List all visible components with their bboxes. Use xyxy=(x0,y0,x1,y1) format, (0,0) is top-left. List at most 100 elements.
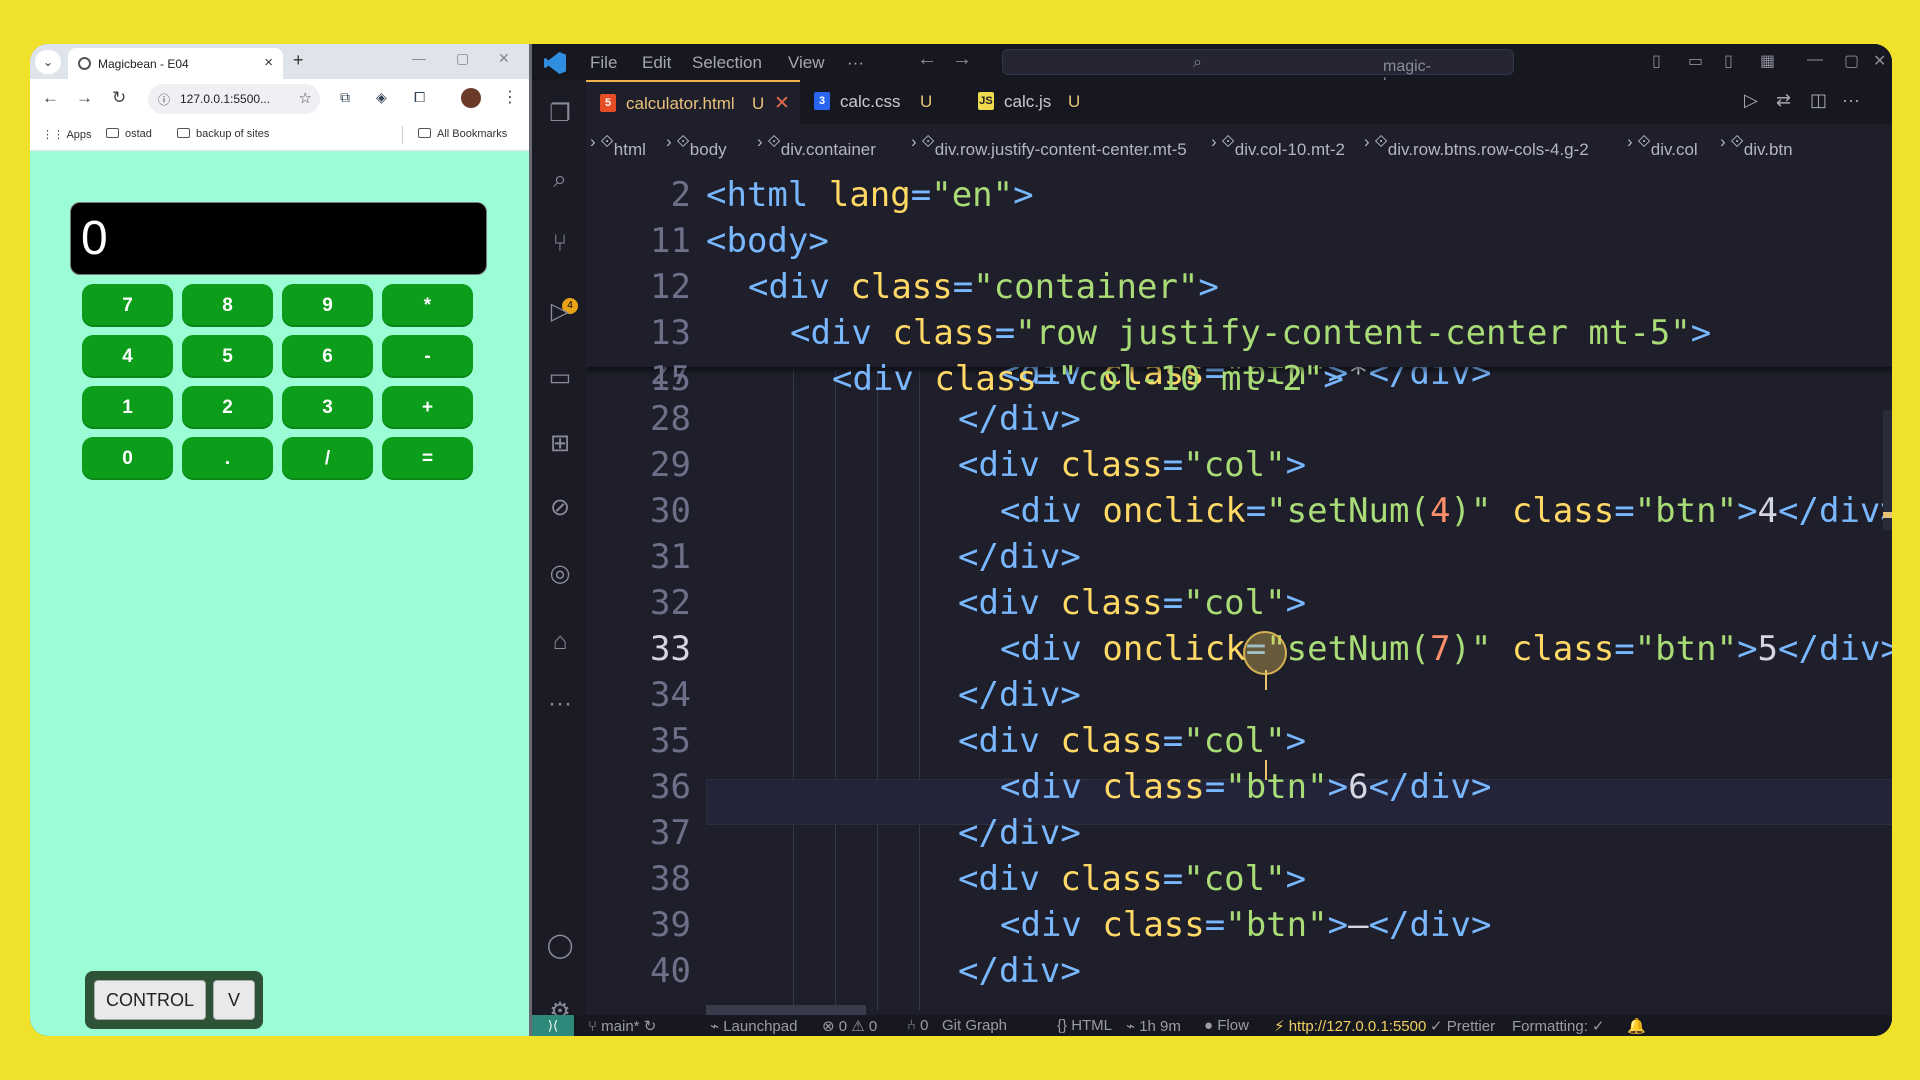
status-time[interactable]: ⌁ 1h 9m xyxy=(1126,1017,1181,1035)
bookmark-apps[interactable]: ⋮⋮ Apps xyxy=(42,128,92,141)
source-control-icon[interactable]: ⑂ xyxy=(546,230,574,258)
calc-button-7[interactable]: 7 xyxy=(82,284,173,327)
command-center-search[interactable]: ⌕ magic-bean-G13 xyxy=(1002,49,1514,111)
code-line[interactable]: 13 <div class="row justify-content-center… xyxy=(586,310,1892,356)
customize-layout-icon[interactable]: ▦ xyxy=(1760,51,1775,71)
vs-maximize-icon[interactable]: ▢ xyxy=(1844,51,1859,71)
open-changes-icon[interactable]: ⇄ xyxy=(1776,90,1791,111)
code-line[interactable]: 40 </div> xyxy=(586,948,1892,994)
status-launchpad[interactable]: ⌁ Launchpad xyxy=(710,1017,797,1035)
accounts-icon[interactable]: ◯ xyxy=(546,932,574,960)
calc-button-6[interactable]: 6 xyxy=(282,335,373,378)
code-line[interactable]: 38 <div class="col"> xyxy=(586,856,1892,902)
code-line[interactable]: 31 </div> xyxy=(586,534,1892,580)
toggle-sidebar-icon[interactable]: ▯ xyxy=(1652,51,1661,71)
calc-button-2[interactable]: 2 xyxy=(182,386,273,429)
status-flow[interactable]: ● Flow xyxy=(1204,1017,1249,1034)
tab-search-icon[interactable]: ⌄ xyxy=(35,50,61,74)
horizontal-scrollbar[interactable] xyxy=(706,1005,866,1015)
status-ports[interactable]: ⑃ 0 xyxy=(907,1017,929,1034)
breadcrumb-item[interactable]: › ⟐ div.container xyxy=(757,132,876,159)
extensions-puzzle-icon[interactable]: ⧠ xyxy=(414,89,430,105)
bookmark-star-icon[interactable]: ☆ xyxy=(299,89,312,107)
calc-button-4[interactable]: 4 xyxy=(82,335,173,378)
menu-edit[interactable]: Edit xyxy=(642,53,671,73)
gitlens-icon[interactable]: ◎ xyxy=(546,560,574,588)
more-views-icon[interactable]: ··· xyxy=(546,690,574,718)
calc-button-multiply[interactable]: * xyxy=(382,284,473,327)
profile-avatar[interactable] xyxy=(461,88,481,108)
new-tab-button[interactable]: + xyxy=(293,50,304,71)
site-info-icon[interactable]: ⓘ xyxy=(158,91,170,108)
forward-arrow-icon[interactable]: → xyxy=(76,88,93,108)
vs-close-icon[interactable]: ✕ xyxy=(1873,51,1886,71)
calc-button-5[interactable]: 5 xyxy=(182,335,273,378)
remote-indicator-icon[interactable]: ⟩⟨ xyxy=(532,1015,574,1036)
bookmark-all-bookmarks[interactable]: All Bookmarks xyxy=(418,128,507,140)
close-window-icon[interactable]: ✕ xyxy=(498,50,510,67)
breadcrumb-item[interactable]: › ⟐ div.col-10.mt-2 xyxy=(1211,132,1345,159)
split-editor-icon[interactable]: ◫ xyxy=(1810,90,1827,111)
code-line[interactable]: 37 </div> xyxy=(586,810,1892,856)
code-line-current[interactable]: 33 <div onclick="setNum(7)" class="btn">5… xyxy=(586,626,1892,672)
bookmark-ostad[interactable]: ostad xyxy=(106,128,152,140)
code-line[interactable]: 11 <body> xyxy=(586,218,1892,264)
nav-forward-icon[interactable]: → xyxy=(952,48,972,71)
code-line[interactable]: 35 <div class="col"> xyxy=(586,718,1892,764)
toggle-secondary-sidebar-icon[interactable]: ▯ xyxy=(1724,51,1733,71)
code-line[interactable]: 34 </div> xyxy=(586,672,1892,718)
status-live-server[interactable]: ⚡ http://127.0.0.1:5500 xyxy=(1274,1017,1426,1035)
calc-button-dot[interactable]: . xyxy=(182,437,273,480)
code-line[interactable]: 36 <div class="btn">6</div> xyxy=(586,764,1892,810)
calc-button-divide[interactable]: / xyxy=(282,437,373,480)
browser-menu-icon[interactable]: ⋮ xyxy=(502,87,518,107)
breadcrumb-item[interactable]: › ⟐ div.row.justify-content-center.mt-5 xyxy=(911,132,1187,159)
code-line[interactable]: 12 <div class="container"> xyxy=(586,264,1892,310)
breadcrumb-item[interactable]: › ⟐ html xyxy=(590,132,646,159)
menu-more[interactable]: ··· xyxy=(847,53,864,73)
calc-button-1[interactable]: 1 xyxy=(82,386,173,429)
status-git-graph[interactable]: Git Graph xyxy=(942,1017,1007,1034)
calc-button-8[interactable]: 8 xyxy=(182,284,273,327)
breadcrumb-item[interactable]: › ⟐ div.col xyxy=(1627,132,1698,159)
close-tab-icon[interactable]: ✕ xyxy=(774,92,790,115)
tab-calculator-html[interactable]: 5 calculator.html U ✕ xyxy=(586,80,800,124)
status-branch[interactable]: ⑂ main* ↻ xyxy=(588,1017,656,1035)
calc-button-3[interactable]: 3 xyxy=(282,386,373,429)
calc-button-plus[interactable]: + xyxy=(382,386,473,429)
maximize-icon[interactable]: ▢ xyxy=(456,50,469,67)
address-bar[interactable]: ⓘ 127.0.0.1:5500... ☆ xyxy=(148,84,320,114)
close-tab-icon[interactable]: × xyxy=(264,54,273,71)
bookmark-backup-of-sites[interactable]: backup of sites xyxy=(177,128,269,140)
menu-selection[interactable]: Selection xyxy=(692,53,762,73)
reload-icon[interactable]: ↻ xyxy=(112,88,126,108)
menu-file[interactable]: File xyxy=(590,53,617,73)
vs-minimize-icon[interactable]: — xyxy=(1807,51,1823,69)
more-actions-icon[interactable]: ··· xyxy=(1842,90,1860,111)
extension-icon-2[interactable]: ◈ xyxy=(376,89,392,105)
browser-tab[interactable]: Magicbean - E04 × xyxy=(68,48,283,79)
code-line[interactable]: 28 </div> xyxy=(586,396,1892,442)
code-line[interactable]: 2 <html lang="en"> xyxy=(586,172,1892,218)
run-icon[interactable]: ▷ xyxy=(1744,90,1758,111)
status-problems[interactable]: ⊗ 0 ⚠ 0 xyxy=(822,1017,877,1035)
code-line[interactable]: 30 <div onclick="setNum(4)" class="btn">4… xyxy=(586,488,1892,534)
breadcrumb-item[interactable]: › ⟐ body xyxy=(666,132,727,159)
explorer-icon[interactable]: ❐ xyxy=(546,100,574,128)
run-debug-icon[interactable]: ▷ xyxy=(546,298,574,326)
back-arrow-icon[interactable]: ← xyxy=(42,88,59,108)
breadcrumb-item[interactable]: › ⟐ div.btn xyxy=(1720,132,1793,159)
calc-button-9[interactable]: 9 xyxy=(282,284,373,327)
calc-button-equals[interactable]: = xyxy=(382,437,473,480)
calc-button-minus[interactable]: - xyxy=(382,335,473,378)
git-graph-icon[interactable]: ⊘ xyxy=(546,494,574,522)
notifications-bell-icon[interactable]: 🔔 xyxy=(1627,1017,1646,1035)
bookmarks-icon[interactable]: ⌂ xyxy=(546,628,574,656)
code-line[interactable]: 39 <div class="btn">—</div> xyxy=(586,902,1892,948)
calc-button-0[interactable]: 0 xyxy=(82,437,173,480)
menu-view[interactable]: View xyxy=(788,53,825,73)
code-editor[interactable]: 2 <html lang="en"> 11 <body> 12 <div class=… xyxy=(586,160,1892,1015)
toggle-panel-icon[interactable]: ▭ xyxy=(1688,51,1703,71)
search-icon[interactable]: ⌕ xyxy=(546,166,574,194)
status-formatting[interactable]: Formatting: ✓ xyxy=(1512,1017,1605,1035)
